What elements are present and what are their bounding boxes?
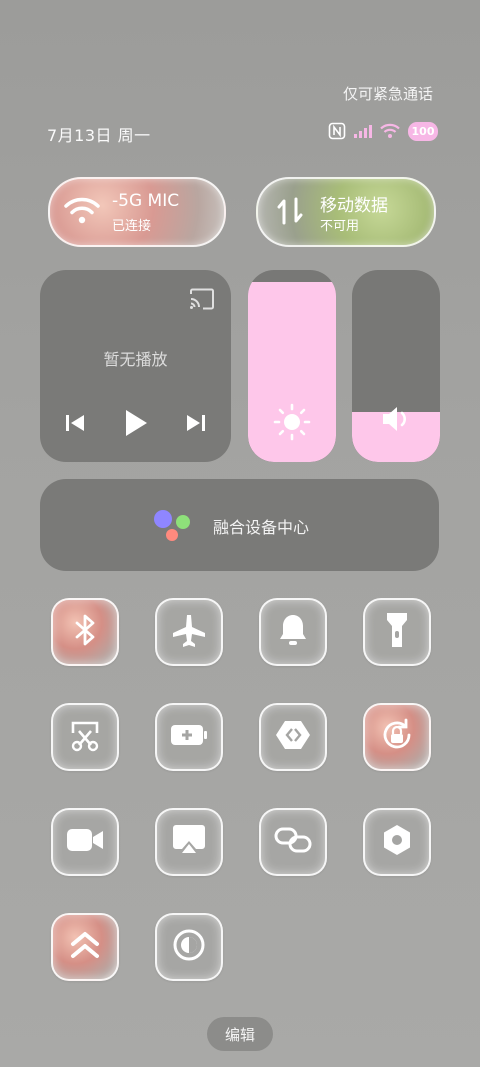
ring-mode-toggle[interactable]	[259, 598, 327, 666]
wifi-toggle[interactable]: -5G MIC 已连接	[48, 177, 226, 247]
link-icon	[274, 825, 312, 859]
brightness-slider[interactable]	[248, 270, 336, 462]
mobile-data-icon	[272, 195, 308, 231]
next-track-icon[interactable]	[185, 413, 207, 437]
date-text: 7月13日 周一	[47, 126, 151, 145]
battery-level: 100	[411, 124, 435, 138]
battery-saver-icon	[170, 723, 208, 751]
volume-slider[interactable]	[352, 270, 440, 462]
previous-track-icon[interactable]	[64, 413, 86, 437]
battery-saver-toggle[interactable]	[155, 703, 223, 771]
video-toggle[interactable]	[51, 808, 119, 876]
emergency-call-only-text: 仅可紧急通话	[342, 85, 433, 103]
nut-icon	[380, 823, 414, 861]
media-status-text: 暂无播放	[103, 350, 168, 369]
rotation-lock-icon	[379, 717, 415, 757]
volume-icon	[352, 404, 440, 434]
bluetooth-icon	[72, 613, 98, 651]
mobile-data-title: 移动数据	[320, 196, 388, 216]
play-icon[interactable]	[123, 408, 149, 442]
mobile-data-status: 不可用	[320, 219, 360, 234]
sun-icon	[248, 402, 336, 442]
screenshot-toggle[interactable]	[51, 703, 119, 771]
media-controls	[64, 408, 207, 442]
mobile-data-toggle[interactable]: 移动数据 不可用	[256, 177, 436, 247]
status-icons: 100	[328, 120, 438, 142]
wifi-icon	[64, 195, 100, 231]
screen-cast-icon	[171, 824, 207, 860]
ultra-power-toggle[interactable]	[51, 913, 119, 981]
wifi-status-icon	[380, 123, 400, 139]
airplane-mode-toggle[interactable]	[155, 598, 223, 666]
multi-screen-icon	[275, 719, 311, 755]
edit-button[interactable]: 编辑	[207, 1017, 273, 1051]
nut-toggle[interactable]	[363, 808, 431, 876]
fusion-device-label: 融合设备中心	[213, 518, 310, 537]
video-icon	[66, 827, 104, 857]
screen-cast-toggle[interactable]	[155, 808, 223, 876]
flashlight-toggle[interactable]	[363, 598, 431, 666]
cast-icon[interactable]	[189, 288, 215, 314]
wifi-network-name: -5G MIC	[112, 191, 180, 211]
dark-mode-toggle[interactable]	[155, 913, 223, 981]
bluetooth-toggle[interactable]	[51, 598, 119, 666]
ultra-power-icon	[69, 928, 101, 966]
link-toggle[interactable]	[259, 808, 327, 876]
nfc-icon	[328, 122, 346, 140]
screenshot-icon	[68, 718, 102, 756]
fusion-device-icon	[152, 509, 194, 543]
media-player-card[interactable]: 暂无播放	[40, 270, 231, 462]
airplane-icon	[171, 612, 207, 652]
flashlight-icon	[385, 611, 409, 653]
multi-screen-toggle[interactable]	[259, 703, 327, 771]
dark-mode-icon	[172, 928, 206, 966]
bell-icon	[277, 613, 309, 651]
rotation-lock-toggle[interactable]	[363, 703, 431, 771]
signal-icon	[354, 124, 372, 138]
battery-icon: 100	[408, 121, 438, 141]
wifi-status: 已连接	[112, 219, 152, 234]
fusion-device-center[interactable]: 融合设备中心	[40, 479, 439, 571]
